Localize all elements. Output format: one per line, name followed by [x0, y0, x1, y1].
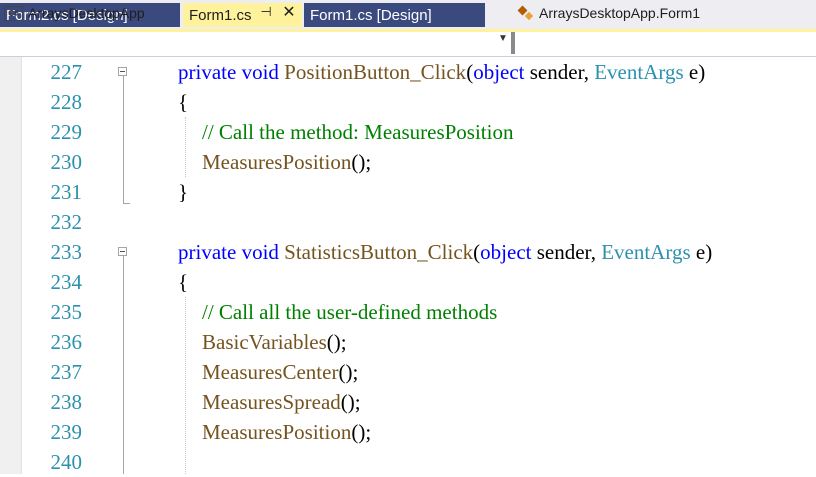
code-line[interactable]: 238 MeasuresSpread();: [0, 387, 816, 417]
code-text: MeasuresSpread();: [178, 387, 361, 417]
type-token: EventArgs: [594, 60, 684, 84]
code-line[interactable]: 230 MeasuresPosition();: [0, 147, 816, 177]
code-line[interactable]: 232: [0, 207, 816, 237]
method-token: PositionButton_Click: [284, 60, 467, 84]
project-label: ArraysDesktopApp: [28, 5, 145, 21]
code-line[interactable]: 227 private void PositionButton_Click(obj…: [0, 57, 816, 87]
keyword-token: object: [480, 240, 532, 264]
line-number: 227: [50, 60, 83, 84]
nav-splitter[interactable]: [511, 32, 515, 54]
plain-token: {: [178, 270, 189, 294]
line-number: 230: [50, 150, 83, 174]
keyword-token: private: [178, 60, 237, 84]
plain-token: e): [683, 60, 706, 84]
code-line[interactable]: 240: [0, 447, 816, 477]
class-icon: [517, 5, 534, 21]
comment-token: // Call all the user-defined methods: [202, 300, 498, 324]
line-number: 236: [50, 330, 83, 354]
keyword-token: object: [473, 60, 525, 84]
keyword-token: private: [178, 240, 237, 264]
code-line[interactable]: 231}: [0, 177, 816, 207]
code-line[interactable]: 228 {: [0, 87, 816, 117]
line-number: 237: [50, 360, 83, 384]
code-text: MeasuresPosition();: [178, 417, 371, 447]
line-number: 232: [50, 210, 83, 234]
line-number: 239: [50, 420, 83, 444]
method-token: StatisticsButton_Click: [284, 240, 474, 264]
method-token: MeasuresSpread: [202, 390, 341, 414]
keyword-token: void: [241, 60, 279, 84]
code-text: }: [178, 177, 188, 207]
code-text: private void PositionButton_Click(object…: [178, 57, 705, 87]
plain-token: sender,: [524, 60, 595, 84]
line-number: 234: [50, 270, 83, 294]
line-number: 228: [50, 90, 83, 114]
code-editor[interactable]: 227 private void PositionButton_Click(obj…: [0, 57, 816, 474]
code-text: MeasuresPosition();: [178, 147, 371, 177]
code-text: // Call all the user-defined methods: [178, 297, 497, 327]
code-text: {: [178, 267, 188, 297]
code-line[interactable]: 233 private void StatisticsButton_Click(o…: [0, 237, 816, 267]
method-token: BasicVariables: [202, 330, 327, 354]
line-number: 229: [50, 120, 83, 144]
class-label: ArraysDesktopApp.Form1: [539, 5, 701, 21]
code-text: // Call the method: MeasuresPosition: [178, 117, 513, 147]
type-token: EventArgs: [601, 240, 691, 264]
code-text: private void StatisticsButton_Click(obje…: [178, 237, 712, 267]
method-token: MeasuresPosition: [202, 150, 352, 174]
code-line[interactable]: 235 // Call all the user-defined methods: [0, 297, 816, 327]
keyword-token: void: [241, 240, 279, 264]
code-line[interactable]: 236 BasicVariables();: [0, 327, 816, 357]
line-number: 233: [50, 240, 83, 264]
chevron-down-icon[interactable]: ▼: [498, 33, 508, 44]
code-text: MeasuresCenter();: [178, 357, 358, 387]
class-dropdown[interactable]: ArraysDesktopApp.Form1: [517, 2, 816, 24]
line-number: 240: [50, 450, 83, 474]
plain-token: {: [178, 90, 189, 114]
plain-token: sender,: [531, 240, 602, 264]
line-number: 238: [50, 390, 83, 414]
code-line[interactable]: 237 MeasuresCenter();: [0, 357, 816, 387]
code-line[interactable]: 239 MeasuresPosition();: [0, 417, 816, 447]
csharp-project-icon: C#: [4, 5, 23, 21]
code-text: BasicVariables();: [178, 327, 347, 357]
code-text: {: [178, 87, 188, 117]
plain-token: ();: [340, 390, 361, 414]
plain-token: e): [690, 240, 713, 264]
project-dropdown[interactable]: C# ArraysDesktopApp: [4, 2, 512, 24]
plain-token: ();: [351, 420, 372, 444]
navigation-bar: [0, 29, 816, 57]
line-number: 231: [50, 180, 83, 204]
method-token: MeasuresCenter: [202, 360, 339, 384]
plain-token: ();: [351, 150, 372, 174]
line-number: 235: [50, 300, 83, 324]
plain-token: ();: [338, 360, 359, 384]
code-line[interactable]: 234 {: [0, 267, 816, 297]
method-token: MeasuresPosition: [202, 420, 352, 444]
comment-token: // Call the method: MeasuresPosition: [202, 120, 514, 144]
plain-token: ();: [326, 330, 347, 354]
plain-token: }: [178, 180, 189, 204]
code-line[interactable]: 229 // Call the method: MeasuresPosition: [0, 117, 816, 147]
